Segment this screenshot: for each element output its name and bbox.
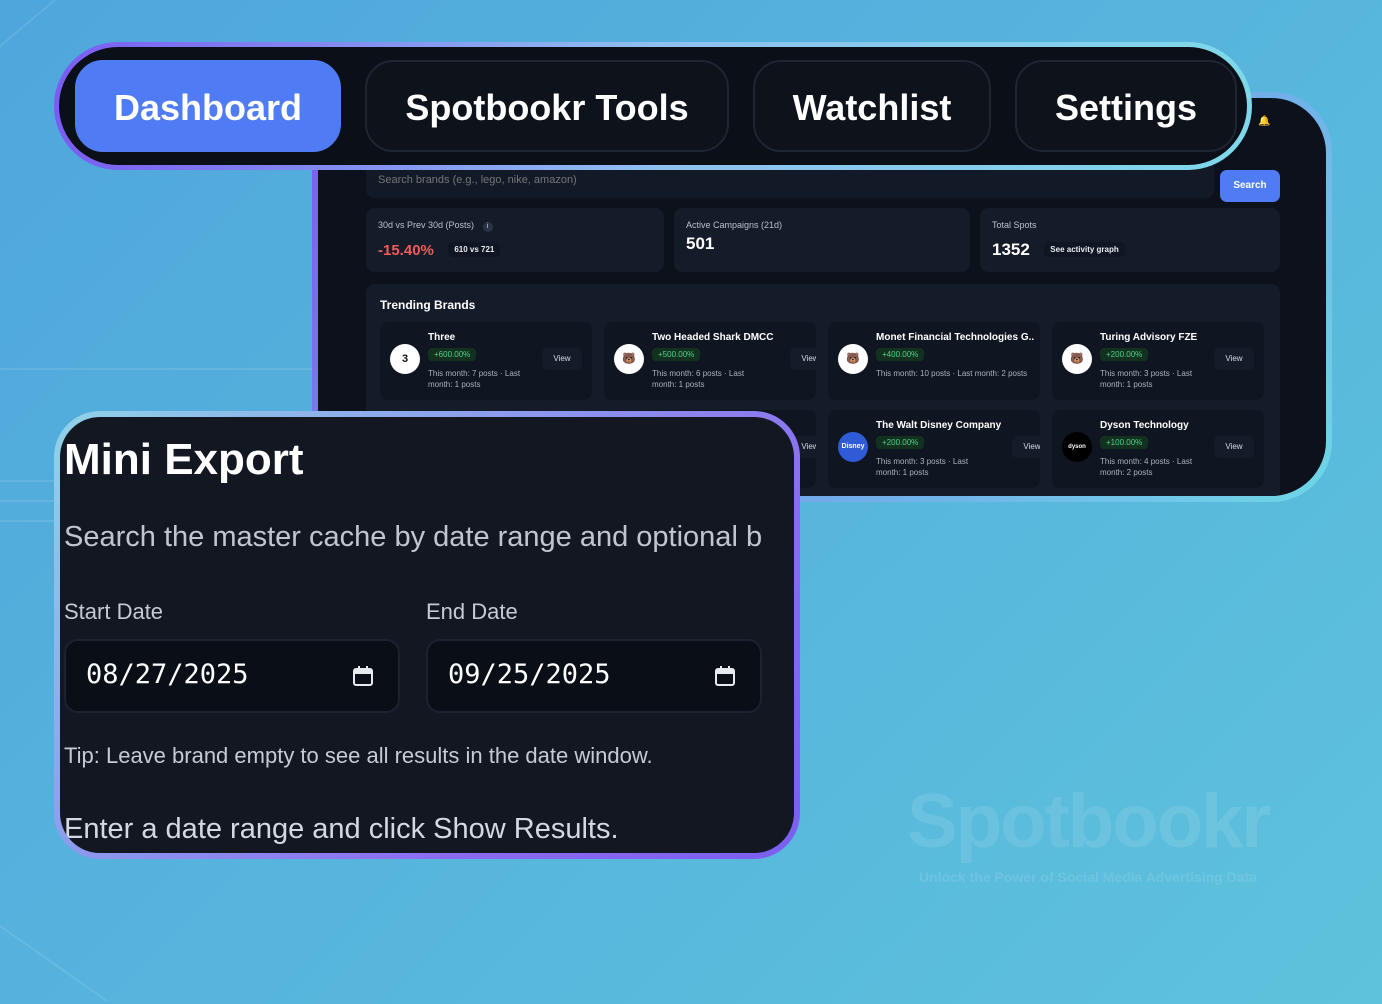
stat-label: 30d vs Prev 30d (Posts) <box>378 220 475 230</box>
tab-watchlist[interactable]: Watchlist <box>753 60 991 152</box>
stat-active-campaigns: Active Campaigns (21d) 501 <box>674 208 970 272</box>
main-nav: Dashboard Spotbookr Tools Watchlist Sett… <box>54 42 1252 170</box>
brand-name: Monet Financial Technologies G.. <box>876 332 1035 343</box>
brand-change-badge: +200.00% <box>1100 348 1149 361</box>
stat-value: 1352 <box>992 240 1030 259</box>
info-icon[interactable]: i <box>482 222 493 232</box>
end-date-label: End Date <box>426 599 518 624</box>
brand-logo-three: 3 <box>390 344 420 374</box>
start-date-value: 08/27/2025 <box>86 659 249 690</box>
bear-logo-icon: 🐻 <box>838 344 868 374</box>
mini-export-card: Mini Export Search the master cache by d… <box>54 411 800 859</box>
mini-export-panel: Mini Export Search the master cache by d… <box>60 417 794 853</box>
stat-badge: 610 vs 721 <box>448 242 501 257</box>
watermark-logo: Spotbookr <box>907 779 1271 864</box>
background-line <box>0 520 60 522</box>
brand-card[interactable]: Disney The Walt Disney Company +200.00% … <box>828 410 1040 488</box>
brand-change-badge: +500.00% <box>652 348 701 361</box>
brand-change-badge: +600.00% <box>428 348 477 361</box>
brand-meta: This month: 3 posts · Last month: 1 post… <box>876 457 969 477</box>
start-date-input[interactable]: 08/27/2025 <box>64 639 400 713</box>
main-nav-inner: Dashboard Spotbookr Tools Watchlist Sett… <box>59 47 1247 165</box>
view-button[interactable]: View <box>542 348 582 370</box>
export-tip: Tip: Leave brand empty to see all result… <box>64 743 653 768</box>
brand-name: Turing Advisory FZE <box>1100 332 1198 343</box>
stat-label: Total Spots <box>992 220 1037 230</box>
brand-name: Three <box>428 332 456 343</box>
brand-change-badge: +400.00% <box>876 348 925 361</box>
brand-card[interactable]: 🐻 Monet Financial Technologies G.. +400.… <box>828 322 1040 400</box>
brand-meta: This month: 3 posts · Last month: 1 post… <box>1100 369 1193 389</box>
stat-total-spots: Total Spots 1352 See activity graph <box>980 208 1280 272</box>
stat-label: Active Campaigns (21d) <box>686 220 783 230</box>
brand-meta: This month: 10 posts · Last month: 2 pos… <box>876 369 1028 378</box>
view-button[interactable]: View <box>1012 436 1040 458</box>
bell-icon[interactable]: 🔔 <box>1258 116 1270 127</box>
bear-logo-icon: 🐻 <box>614 344 644 374</box>
end-date-value: 09/25/2025 <box>448 659 611 690</box>
background-line <box>0 368 320 370</box>
view-button[interactable]: View <box>790 348 816 370</box>
stat-posts-change: 30d vs Prev 30d (Posts) i -15.40% 610 vs… <box>366 208 664 272</box>
calendar-icon[interactable] <box>352 665 374 687</box>
tab-spotbookr-tools[interactable]: Spotbookr Tools <box>365 60 729 152</box>
tab-settings[interactable]: Settings <box>1015 60 1237 152</box>
bear-logo-icon: 🐻 <box>1062 344 1092 374</box>
calendar-icon[interactable] <box>714 665 736 687</box>
background-line <box>0 480 60 482</box>
brand-meta: This month: 7 posts · Last month: 1 post… <box>428 369 521 389</box>
background-line <box>0 500 60 502</box>
view-button[interactable]: View <box>1214 436 1254 458</box>
search-button[interactable]: Search <box>1220 170 1280 202</box>
empty-state-message: Enter a date range and click Show Result… <box>64 813 619 845</box>
brand-name: Dyson Technology <box>1100 420 1189 431</box>
stat-value: 501 <box>686 234 715 253</box>
background-line <box>0 920 108 1002</box>
disney-logo-icon: Disney <box>838 432 868 462</box>
brand-card[interactable]: 3 Three +600.00% This month: 7 posts · L… <box>380 322 592 400</box>
section-title: Trending Brands <box>380 298 476 312</box>
start-date-label: Start Date <box>64 599 164 624</box>
brand-name: Two Headed Shark DMCC <box>652 332 774 343</box>
stat-value: -15.40% <box>378 242 434 259</box>
brand-meta: This month: 6 posts · Last month: 1 post… <box>652 369 745 389</box>
background-line <box>0 0 62 48</box>
brand-card[interactable]: 🐻 Turing Advisory FZE +200.00% This mont… <box>1052 322 1264 400</box>
brand-card[interactable]: dyson Dyson Technology +100.00% This mon… <box>1052 410 1264 488</box>
spotbookr-watermark: Spotbookr Unlock the Power of Social Med… <box>888 778 1288 885</box>
tab-dashboard[interactable]: Dashboard <box>75 60 341 152</box>
end-date-input[interactable]: 09/25/2025 <box>426 639 762 713</box>
brand-change-badge: +200.00% <box>876 436 925 449</box>
page-title: Mini Export <box>64 435 304 484</box>
watermark-tagline: Unlock the Power of Social Media Adverti… <box>919 869 1257 885</box>
export-description: Search the master cache by date range an… <box>64 521 763 553</box>
brand-card[interactable]: 🐻 Two Headed Shark DMCC +500.00% This mo… <box>604 322 816 400</box>
view-button[interactable]: View <box>1214 348 1254 370</box>
activity-graph-link[interactable]: See activity graph <box>1044 242 1125 257</box>
brand-meta: This month: 4 posts · Last month: 2 post… <box>1100 457 1193 477</box>
brand-change-badge: +100.00% <box>1100 436 1149 449</box>
brand-name: The Walt Disney Company <box>876 420 1002 431</box>
dyson-logo-icon: dyson <box>1062 432 1092 462</box>
